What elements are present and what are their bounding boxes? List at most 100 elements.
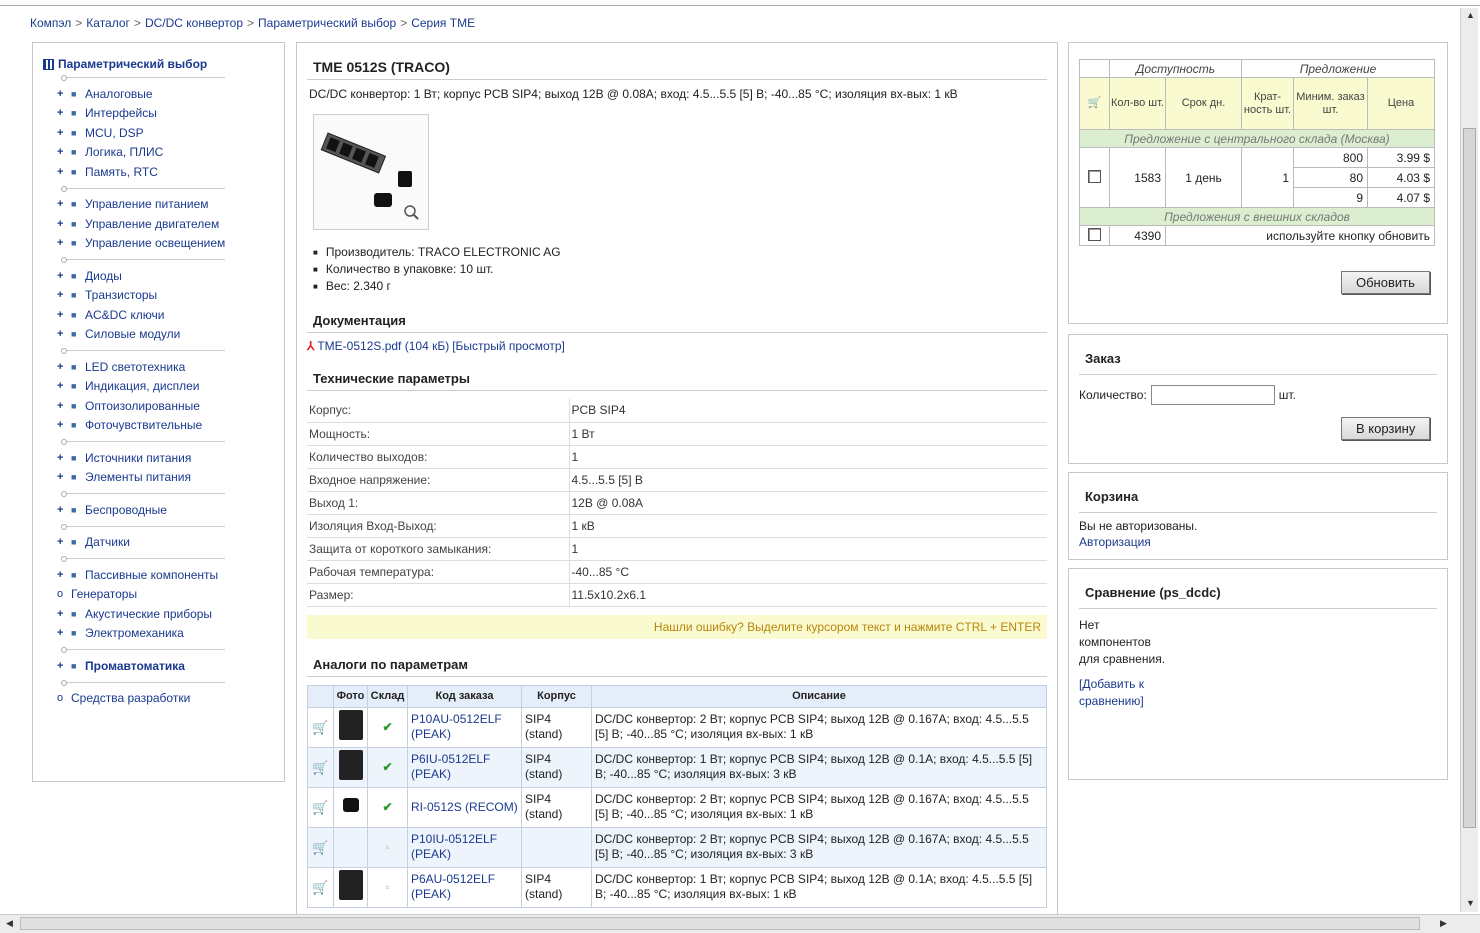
expand-plus-icon[interactable]: +	[57, 361, 71, 373]
sidebar-item[interactable]: + ■ AC&DC ключи	[43, 305, 274, 325]
scroll-up-icon[interactable]: ▲	[1466, 10, 1475, 20]
sidebar-item[interactable]: o Генераторы	[43, 585, 274, 605]
sidebar-item[interactable]: + ■ Элементы питания	[43, 468, 274, 488]
refresh-button[interactable]: Обновить	[1341, 271, 1430, 294]
expand-plus-icon[interactable]: +	[57, 107, 71, 119]
datasheet-link[interactable]: TME-0512S.pdf (104 кБ)	[317, 339, 449, 353]
breadcrumb-link[interactable]: DC/DC конвертор	[145, 16, 243, 30]
sidebar-item[interactable]: + ■ Управление питанием	[43, 195, 274, 215]
sidebar-item[interactable]: + ■ Логика, ПЛИС	[43, 143, 274, 163]
cart-icon[interactable]: 🛒	[312, 880, 328, 895]
horizontal-scrollbar[interactable]: ◀ ▶	[0, 914, 1480, 933]
order-code-link[interactable]: P6IU-0512ELF (PEAK)	[411, 752, 490, 781]
vertical-scroll-thumb[interactable]	[1463, 128, 1476, 828]
expand-plus-icon[interactable]: +	[57, 452, 71, 464]
cart-icon[interactable]: 🛒	[312, 720, 328, 735]
module-thumbnail[interactable]	[338, 710, 363, 740]
sidebar-item[interactable]: + ■ MCU, DSP	[43, 123, 274, 143]
horizontal-scroll-thumb[interactable]	[20, 917, 1420, 930]
expand-plus-icon[interactable]: +	[57, 218, 71, 230]
vertical-scrollbar[interactable]: ▲ ▼	[1460, 8, 1478, 912]
expand-plus-icon[interactable]: +	[57, 608, 71, 620]
sidebar-item[interactable]: + ■ Управление освещением	[43, 234, 274, 254]
sidebar-item[interactable]: + ■ Диоды	[43, 266, 274, 286]
circle-icon[interactable]: o	[57, 692, 71, 704]
add-to-cart-button[interactable]: В корзину	[1341, 417, 1431, 440]
module-thumbnail[interactable]	[338, 750, 363, 780]
expand-plus-icon[interactable]: +	[57, 471, 71, 483]
add-to-compare-link[interactable]: [Добавить к сравнению]	[1079, 676, 1169, 710]
sidebar-item[interactable]: + ■ Промавтоматика	[43, 656, 274, 676]
breadcrumb-link[interactable]: Параметрический выбор	[258, 16, 396, 30]
cart-icon[interactable]: 🛒	[312, 800, 328, 815]
order-code-link[interactable]: P6AU-0512ELF (PEAK)	[411, 872, 495, 901]
sidebar-item[interactable]: + ■ Фоточувствительные	[43, 416, 274, 436]
order-code-cell[interactable]: P10AU-0512ELF (PEAK)	[407, 706, 522, 748]
expand-plus-icon[interactable]: +	[57, 328, 71, 340]
expand-plus-icon[interactable]: +	[57, 289, 71, 301]
scroll-right-icon[interactable]: ▶	[1440, 918, 1447, 929]
cart-cell[interactable]: 🛒	[307, 786, 334, 828]
cart-cell[interactable]: 🛒	[307, 706, 334, 748]
expand-plus-icon[interactable]: +	[57, 419, 71, 431]
expand-plus-icon[interactable]: +	[57, 569, 71, 581]
cart-cell[interactable]: 🛒	[307, 826, 334, 868]
sidebar-item[interactable]: + ■ Датчики	[43, 533, 274, 553]
expand-plus-icon[interactable]: +	[57, 400, 71, 412]
sidebar-title[interactable]: Параметрический выбор	[43, 57, 274, 71]
order-code-link[interactable]: RI-0512S (RECOM)	[411, 800, 518, 814]
sidebar-item[interactable]: + ■ Оптоизолированные	[43, 396, 274, 416]
breadcrumb-link[interactable]: Серия TME	[411, 16, 475, 30]
breadcrumb-link[interactable]: Компэл	[30, 16, 71, 30]
sidebar-item[interactable]: + ■ Аналоговые	[43, 84, 274, 104]
sidebar-item[interactable]: + ■ Беспроводные	[43, 500, 274, 520]
sidebar-item[interactable]: + ■ Пассивные компоненты	[43, 565, 274, 585]
cart-cell[interactable]: 🛒	[307, 866, 334, 908]
sidebar-item[interactable]: + ■ LED светотехника	[43, 357, 274, 377]
expand-plus-icon[interactable]: +	[57, 627, 71, 639]
cart-icon[interactable]: 🛒	[312, 840, 328, 855]
product-photo[interactable]	[313, 114, 429, 230]
sidebar-item[interactable]: + ■ Индикация, дисплеи	[43, 377, 274, 397]
cart-cell[interactable]: 🛒	[307, 746, 334, 788]
circle-icon[interactable]: o	[57, 588, 71, 600]
sidebar-item[interactable]: + ■ Управление двигателем	[43, 214, 274, 234]
sidebar-item[interactable]: + ■ Силовые модули	[43, 325, 274, 345]
quick-view-link[interactable]: [Быстрый просмотр]	[452, 339, 565, 353]
module-thumbnail[interactable]	[338, 870, 363, 900]
expand-plus-icon[interactable]: +	[57, 237, 71, 249]
expand-plus-icon[interactable]: +	[57, 198, 71, 210]
expand-plus-icon[interactable]: +	[57, 309, 71, 321]
expand-plus-icon[interactable]: +	[57, 504, 71, 516]
order-code-cell[interactable]: P6AU-0512ELF (PEAK)	[407, 866, 522, 908]
cart-icon[interactable]: 🛒	[312, 760, 328, 775]
expand-plus-icon[interactable]: +	[57, 660, 71, 672]
sidebar-item[interactable]: + ■ Интерфейсы	[43, 104, 274, 124]
sidebar-item[interactable]: + ■ Транзисторы	[43, 286, 274, 306]
expand-plus-icon[interactable]: +	[57, 380, 71, 392]
sidebar-item[interactable]: + ■ Память, RTC	[43, 162, 274, 182]
module-thumbnail[interactable]	[342, 798, 359, 812]
order-code-cell[interactable]: P10IU-0512ELF (PEAK)	[407, 826, 522, 868]
external-stock-checkbox[interactable]	[1088, 227, 1101, 241]
sidebar-item[interactable]: + ■ Электромеханика	[43, 624, 274, 644]
expand-plus-icon[interactable]: +	[57, 536, 71, 548]
expand-plus-icon[interactable]: +	[57, 88, 71, 100]
expand-plus-icon[interactable]: +	[57, 146, 71, 158]
order-code-cell[interactable]: P6IU-0512ELF (PEAK)	[407, 746, 522, 788]
order-code-link[interactable]: P10IU-0512ELF (PEAK)	[411, 832, 497, 861]
sidebar-item[interactable]: + ■ Источники питания	[43, 448, 274, 468]
sidebar-item[interactable]: o Средства разработки	[43, 689, 274, 709]
order-code-cell[interactable]: RI-0512S (RECOM)	[407, 786, 522, 828]
scroll-down-icon[interactable]: ▼	[1466, 898, 1475, 908]
scroll-left-icon[interactable]: ◀	[6, 918, 13, 929]
qty-input[interactable]	[1150, 385, 1275, 405]
login-link[interactable]: Авторизация	[1079, 535, 1437, 549]
expand-plus-icon[interactable]: +	[57, 166, 71, 178]
sidebar-item[interactable]: + ■ Акустические приборы	[43, 604, 274, 624]
expand-plus-icon[interactable]: +	[57, 270, 71, 282]
breadcrumb-link[interactable]: Каталог	[86, 16, 130, 30]
order-code-link[interactable]: P10AU-0512ELF (PEAK)	[411, 712, 502, 741]
expand-plus-icon[interactable]: +	[57, 127, 71, 139]
central-stock-checkbox[interactable]	[1088, 169, 1101, 183]
